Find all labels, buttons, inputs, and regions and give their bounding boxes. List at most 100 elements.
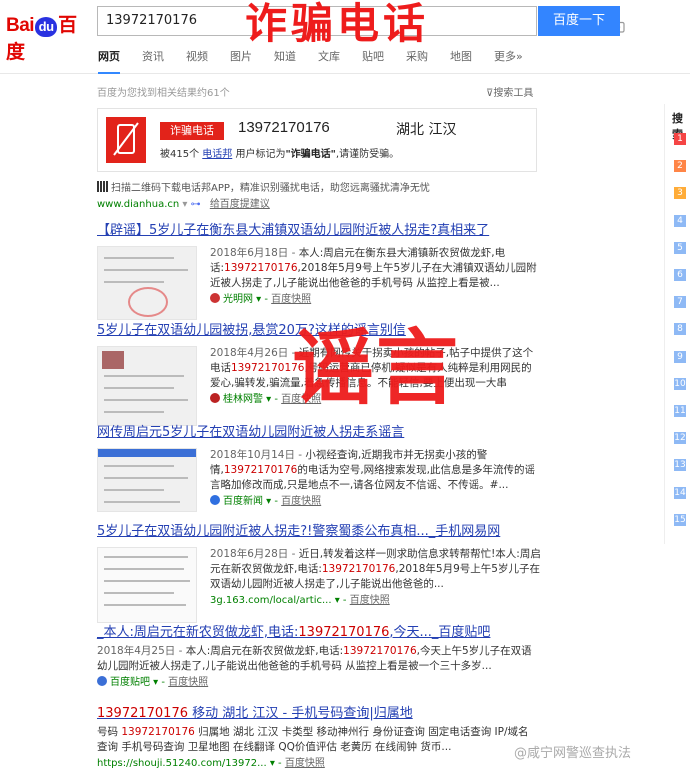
result-thumbnail[interactable] — [97, 346, 197, 426]
baidu-logo[interactable]: Bai du 百度 — [6, 10, 90, 63]
result-source: 百度贴吧 ▾ - 百度快照 — [97, 675, 537, 690]
source-icon — [210, 293, 220, 303]
search-result: 13972170176 移动 湖北 江汉 - 手机号码查询|归属地 号码 139… — [97, 705, 542, 769]
police-badge-icon — [210, 393, 220, 403]
search-result: 【辟谣】5岁儿子在衡东县大浦镇双语幼儿园附近被人拐走?真相来了 2018年6月1… — [97, 222, 542, 320]
rank-badge: 14 — [674, 486, 686, 499]
feedback-link[interactable]: 给百度提建议 — [210, 199, 270, 210]
rank-badge: 3 — [674, 187, 686, 200]
result-phone: 13972170176 — [223, 464, 298, 476]
result-source: 百度新闻 ▾ - 百度快照 — [210, 494, 542, 509]
phone-warning-icon — [106, 117, 146, 163]
tab-zhidao[interactable]: 知道 — [274, 48, 296, 74]
search-result: 网传周启元5岁儿子在双语幼儿园附近被人拐走系谣言 2018年10月14日 - 小… — [97, 424, 542, 512]
qr-promo-text: 扫描二维码下载电话邦APP，精准识别骚扰电话，助您远离骚扰清净无忧 — [111, 183, 430, 194]
rank-badge: 10 — [674, 377, 686, 390]
result-source: 3g.163.com/local/artic... ▾ - 百度快照 — [210, 595, 390, 606]
desc-post: ,请谨防受骗。 — [335, 149, 400, 160]
rank-badge: 1 — [674, 133, 686, 145]
result-source: 光明网 ▾ - 百度快照 — [210, 292, 542, 307]
source-name[interactable]: 桂林网警 — [223, 394, 263, 405]
rumor-stamp: 谣言 — [292, 320, 461, 416]
dianhuabang-link[interactable]: 电话邦 — [202, 149, 232, 160]
search-result: 5岁儿子在双语幼儿园附近被人拐走?!警察蜀黍公布真相..._手机网易网 2018… — [97, 523, 542, 623]
result-thumbnail[interactable] — [97, 246, 197, 320]
result-date: 2018年4月25日 - — [97, 645, 186, 657]
qr-promo: 扫描二维码下载电话邦APP，精准识别骚扰电话，助您远离骚扰清净无忧 — [97, 179, 430, 194]
rank-badge: 15 — [674, 513, 686, 526]
source-name[interactable]: 百度贴吧 — [110, 677, 150, 688]
search-tools[interactable]: ⊽搜索工具 — [486, 84, 533, 99]
rank-badge: 4 — [674, 214, 686, 227]
result-thumbnail[interactable] — [97, 448, 197, 512]
rank-badge: 5 — [674, 241, 686, 254]
snapshot-link[interactable]: 百度快照 — [285, 758, 325, 769]
result-source: https://shouji.51240.com/13972... ▾ - 百度… — [97, 758, 325, 769]
result-date: 2018年4月26日 - — [210, 347, 299, 359]
search-tools-label: 搜索工具 — [493, 88, 534, 99]
result-phone: 13972170176 — [343, 645, 417, 657]
fraud-description: 被415个 电话邦 用户标记为"诈骗电话",请谨防受骗。 — [160, 145, 399, 160]
result-title[interactable]: 网传周启元5岁儿子在双语幼儿园附近被人拐走系谣言 — [97, 424, 542, 442]
title-part: ,今天..._百度贴吧 — [389, 625, 491, 640]
fraud-number: 13972170176 — [238, 119, 330, 136]
desc-pre: 被415个 — [160, 149, 200, 160]
result-abstract: 2018年10月14日 - 小视经查询,近期我市并无拐卖小孩的警情,139721… — [210, 448, 542, 509]
tab-wenku[interactable]: 文库 — [318, 48, 340, 74]
title-phone: 13972170176 — [97, 706, 188, 721]
result-title[interactable]: 13972170176 移动 湖北 江汉 - 手机号码查询|归属地 — [97, 705, 542, 723]
result-count: 百度为您找到相关结果约61个 — [97, 88, 230, 99]
tieba-icon — [97, 676, 107, 686]
result-title[interactable]: 5岁儿子在双语幼儿园附近被人拐走?!警察蜀黍公布真相..._手机网易网 — [97, 523, 542, 541]
tab-video[interactable]: 视频 — [186, 48, 208, 74]
snapshot-link[interactable]: 百度快照 — [281, 496, 321, 507]
result-date: 2018年10月14日 - — [210, 449, 306, 461]
rank-badge: 12 — [674, 432, 686, 445]
rank-badge: 9 — [674, 350, 686, 363]
desc-bold: "诈骗电话" — [285, 149, 336, 160]
rank-badge: 13 — [674, 459, 686, 472]
logo-paw-icon: du — [35, 17, 58, 37]
tab-web[interactable]: 网页 — [98, 48, 120, 74]
dianhua-source: www.dianhua.cn ▾ ⊶ 给百度提建议 — [97, 195, 270, 210]
logo-bai: Bai — [6, 15, 35, 36]
result-text: 号码 — [97, 726, 122, 738]
search-button[interactable]: 百度一下 — [538, 6, 620, 36]
weibo-watermark: @咸宁网警巡查执法 — [514, 746, 632, 761]
source-url[interactable]: https://shouji.51240.com/13972... — [97, 758, 267, 769]
result-title[interactable]: 【辟谣】5岁儿子在衡东县大浦镇双语幼儿园附近被人拐走?真相来了 — [97, 222, 542, 240]
tab-map[interactable]: 地图 — [450, 48, 472, 74]
result-phone: 13972170176 — [121, 726, 195, 738]
fraud-badge: 诈骗电话 — [160, 122, 224, 140]
dianhua-url[interactable]: www.dianhua.cn — [97, 199, 179, 210]
result-abstract: 2018年4月25日 - 本人:周启元在新农贸做龙虾,电话:1397217017… — [97, 644, 537, 690]
tab-tieba[interactable]: 贴吧 — [362, 48, 384, 74]
snapshot-link[interactable]: 百度快照 — [168, 677, 208, 688]
result-abstract: 2018年6月18日 - 本人:周启元在衡东县大浦镇新农贸做龙虾,电话:1397… — [210, 246, 542, 307]
source-url[interactable]: 3g.163.com/local/artic... — [210, 595, 332, 606]
tab-images[interactable]: 图片 — [230, 48, 252, 74]
source-name[interactable]: 百度新闻 — [223, 496, 263, 507]
tab-caigou[interactable]: 采购 — [406, 48, 428, 74]
result-thumbnail[interactable] — [97, 547, 197, 623]
result-title[interactable]: _本人:周启元在新农贸做龙虾,电话:13972170176,今天..._百度贴吧 — [97, 624, 542, 642]
title-part: _本人:周启元在新农贸做龙虾,电话: — [97, 625, 299, 640]
title-part: 移动 湖北 江汉 - 手机号码查询|归属地 — [187, 706, 413, 721]
result-abstract: 号码 13972170176 归属地 湖北 江汉 卡类型 移动神州行 身份证查询… — [97, 725, 537, 770]
source-name[interactable]: 光明网 — [223, 294, 253, 305]
result-text: 本人:周启元在新农贸做龙虾,电话: — [185, 645, 344, 657]
snapshot-link[interactable]: 百度快照 — [350, 595, 390, 606]
fraud-warning-card: 诈骗电话 13972170176 湖北 江汉 被415个 电话邦 用户标记为"诈… — [97, 108, 537, 172]
result-date: 2018年6月18日 - — [210, 247, 299, 259]
search-result: _本人:周启元在新农贸做龙虾,电话:13972170176,今天..._百度贴吧… — [97, 624, 542, 688]
result-abstract: 2018年6月28日 - 近日,转发着这样一则求助信息求转帮帮忙!本人:周启元在… — [210, 547, 542, 608]
title-phone: 13972170176 — [298, 625, 390, 640]
tab-more[interactable]: 更多» — [494, 48, 523, 74]
snapshot-link[interactable]: 百度快照 — [271, 294, 311, 305]
rank-badge: 2 — [674, 160, 686, 173]
dropdown-arrow-icon[interactable]: ▾ — [182, 199, 187, 210]
tab-news[interactable]: 资讯 — [142, 48, 164, 74]
feedback-icon: ⊶ — [190, 199, 201, 210]
baidu-news-icon — [210, 495, 220, 505]
nav-tabs: 网页 资讯 视频 图片 知道 文库 贴吧 采购 地图 更多» — [98, 48, 545, 74]
